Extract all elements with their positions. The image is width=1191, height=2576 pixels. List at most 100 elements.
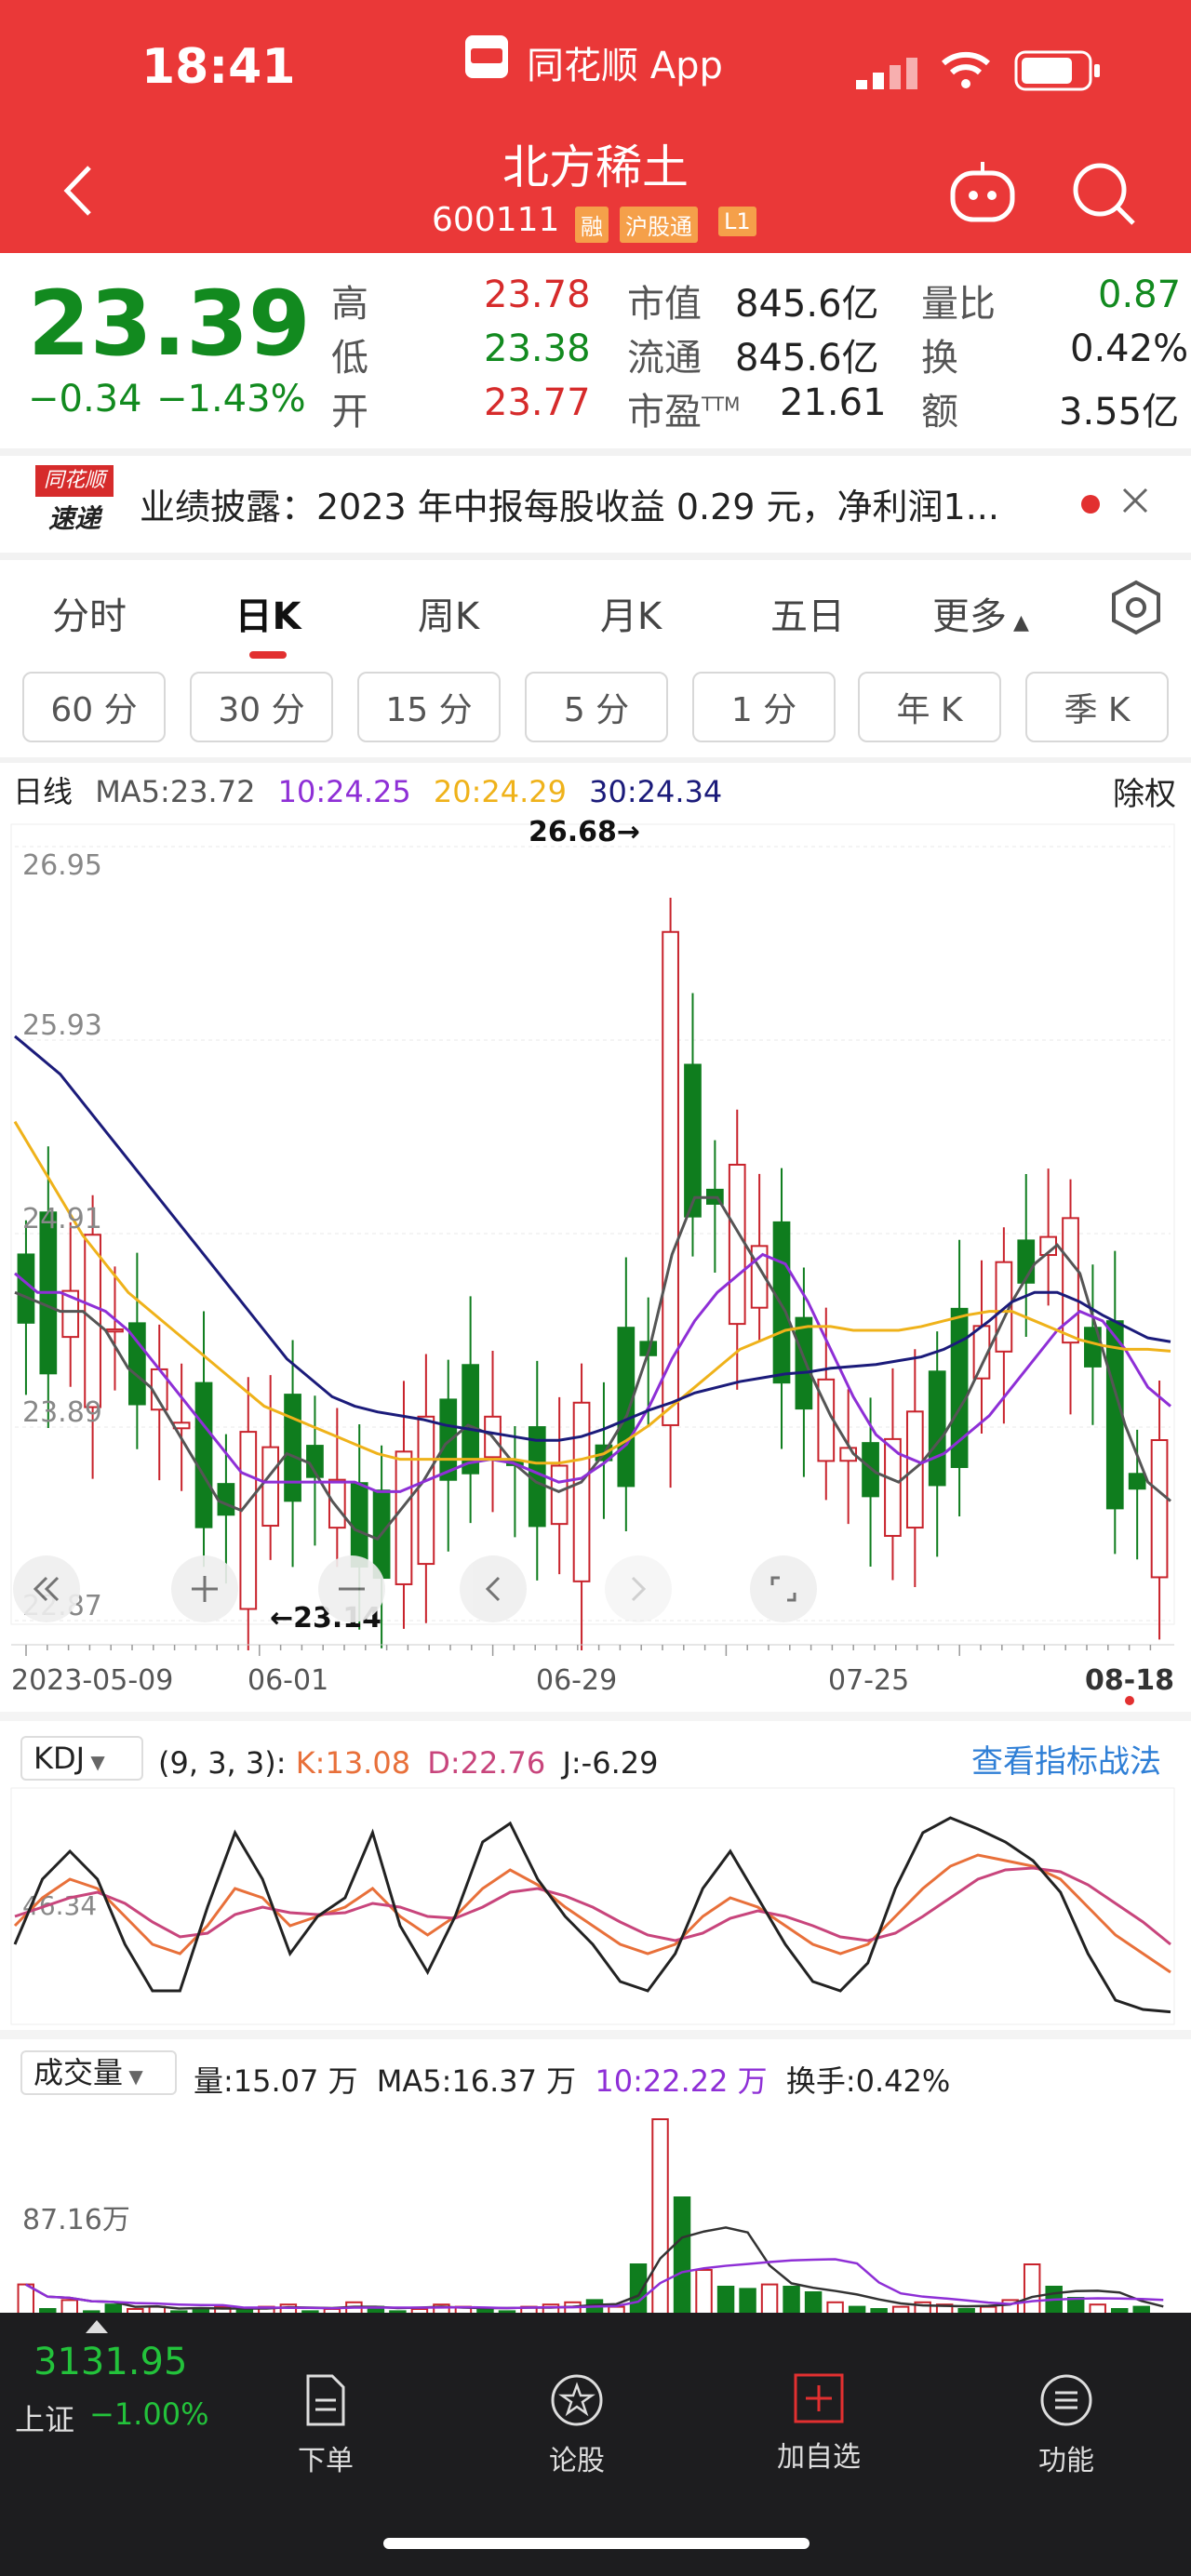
kdj-chart[interactable]: 46.34 — [0, 1786, 1191, 2028]
volume-bar — [651, 2118, 669, 2332]
period-1m[interactable]: 1 分 — [692, 672, 836, 742]
candlestick-chart[interactable]: 26.68→ ←23.14 26.9525.9324.9123.8922.87 — [0, 813, 1191, 1650]
current-date-dot — [1125, 1696, 1134, 1705]
float-label: 流通 — [627, 337, 702, 380]
signal-icon — [856, 56, 921, 89]
back-icon[interactable] — [56, 158, 102, 223]
candle — [350, 1482, 368, 1568]
status-app-label: 同花顺 App — [527, 45, 723, 87]
period-60m[interactable]: 60 分 — [22, 672, 166, 742]
candle — [928, 1370, 946, 1487]
nav-add-watchlist[interactable]: 加自选 — [763, 2372, 875, 2475]
app-logo-icon — [465, 35, 508, 78]
news-badge-bottom: 速递 — [47, 503, 100, 534]
scroll-left-icon[interactable] — [460, 1555, 527, 1622]
kdj-params: (9, 3, 3): — [158, 1745, 287, 1781]
ma5-label: MA5:23.72 — [95, 774, 256, 809]
candle — [261, 1446, 280, 1528]
news-text[interactable]: 业绩披露：2023 年中报每股收益 0.29 元，净利润1... — [140, 478, 1051, 529]
candle — [417, 1415, 435, 1566]
close-icon[interactable] — [1118, 484, 1152, 517]
candle — [795, 1316, 813, 1410]
candle — [1150, 1438, 1169, 1579]
index-value[interactable]: 3131.95 — [33, 2341, 187, 2383]
tab-minute[interactable]: 分时 — [33, 586, 145, 640]
period-30m[interactable]: 30 分 — [190, 672, 333, 742]
vol-ma5-line — [25, 2226, 1164, 2310]
tab-monthly[interactable]: 月K — [575, 586, 687, 640]
y-tick-label: 24.91 — [22, 1203, 102, 1235]
tab-more[interactable]: 更多 ▲ — [925, 586, 1037, 640]
index-change: −1.00% — [89, 2396, 209, 2432]
nav-discuss[interactable]: 论股 — [530, 2372, 623, 2478]
fullscreen-icon[interactable] — [750, 1555, 817, 1622]
high-label: 高 — [331, 283, 368, 326]
settings-hex-icon[interactable] — [1107, 579, 1165, 636]
x-tick-label: 2023-05-09 — [11, 1664, 173, 1697]
nav-order[interactable]: 下单 — [279, 2372, 372, 2478]
float-value: 845.6亿 — [735, 337, 879, 380]
volume-select[interactable]: 成交量 ▼ — [20, 2050, 177, 2095]
x-tick-label: 06-01 — [248, 1664, 328, 1697]
volume-chart[interactable]: 87.16万 — [0, 2099, 1191, 2335]
unread-dot-icon — [1081, 495, 1100, 514]
ma-line-ma30 — [14, 1034, 1171, 1442]
candle — [106, 1328, 124, 1333]
divider — [0, 553, 1191, 560]
indicator-select[interactable]: KDJ ▼ — [20, 1736, 143, 1781]
low-value: 23.38 — [484, 327, 591, 370]
kdj-d-label: D:22.76 — [427, 1745, 546, 1781]
battery-icon — [1014, 50, 1102, 91]
ma-line-ma5 — [14, 1195, 1171, 1542]
tag-connect: 沪股通 — [620, 207, 698, 243]
volume-bar — [673, 2196, 691, 2332]
scroll-right-icon[interactable] — [605, 1555, 672, 1622]
mktcap-label: 市值 — [627, 283, 702, 326]
tag-l1: L1 — [718, 207, 756, 236]
amount-value: 3.55亿 — [1059, 391, 1180, 434]
nav-functions[interactable]: 功能 — [1020, 2372, 1113, 2478]
candle — [550, 1464, 569, 1526]
kdj-strategy-link[interactable]: 查看指标战法 — [971, 1736, 1161, 1782]
ma-line-label: 日线 — [13, 774, 74, 809]
low-label: 低 — [331, 337, 368, 380]
volume-legend: 量:15.07 万 MA5:16.37 万 10:22.22 万 换手:0.42… — [194, 2058, 950, 2101]
period-5m[interactable]: 5 分 — [525, 672, 668, 742]
vol-turnover-label: 换手:0.42% — [785, 2063, 951, 2099]
tab-fiveday[interactable]: 五日 — [752, 586, 863, 640]
pe-value: 21.61 — [780, 381, 887, 424]
tab-daily[interactable]: 日K — [212, 586, 324, 640]
order-doc-icon — [302, 2372, 349, 2428]
rewind-icon[interactable] — [13, 1555, 80, 1622]
status-time: 18:41 — [141, 39, 296, 95]
candle — [284, 1394, 301, 1502]
index-name: 上证 — [15, 2402, 75, 2437]
candle — [572, 1401, 591, 1582]
zoom-out-icon[interactable] — [318, 1555, 385, 1622]
search-icon[interactable] — [1068, 158, 1139, 229]
time-axis: 2023-05-09 06-01 06-29 07-25 08-18 — [11, 1644, 1174, 1705]
robot-assistant-icon[interactable] — [947, 158, 1018, 229]
kdj-line-d — [14, 1866, 1171, 1946]
tab-weekly[interactable]: 周K — [393, 586, 504, 640]
turnover-value: 0.42% — [1070, 327, 1189, 370]
candle — [617, 1327, 636, 1488]
active-tab-indicator — [249, 651, 287, 659]
period-quarter[interactable]: 季 K — [1025, 672, 1169, 742]
expand-up-icon[interactable] — [86, 2320, 108, 2333]
candle — [328, 1478, 346, 1529]
news-ticker[interactable]: 同花顺 速递 业绩披露：2023 年中报每股收益 0.29 元，净利润1... — [0, 456, 1191, 553]
vol-ma5-label: MA5:16.37 万 — [376, 2063, 577, 2099]
adjust-toggle[interactable]: 除权 — [1113, 768, 1176, 814]
ma-legend: 日线 MA5:23.72 10:24.25 20:24.29 30:24.34 — [13, 768, 722, 811]
candle — [684, 1063, 702, 1218]
ma30-label: 30:24.34 — [589, 774, 723, 809]
period-year[interactable]: 年 K — [858, 672, 1001, 742]
divider — [0, 757, 1191, 763]
volratio-label: 量比 — [921, 283, 996, 326]
period-15m[interactable]: 15 分 — [357, 672, 501, 742]
zoom-in-icon[interactable] — [171, 1555, 238, 1622]
kdj-j-label: J:-6.29 — [562, 1745, 659, 1781]
ma20-label: 20:24.29 — [433, 774, 567, 809]
y-tick-label: 25.93 — [22, 1009, 102, 1042]
